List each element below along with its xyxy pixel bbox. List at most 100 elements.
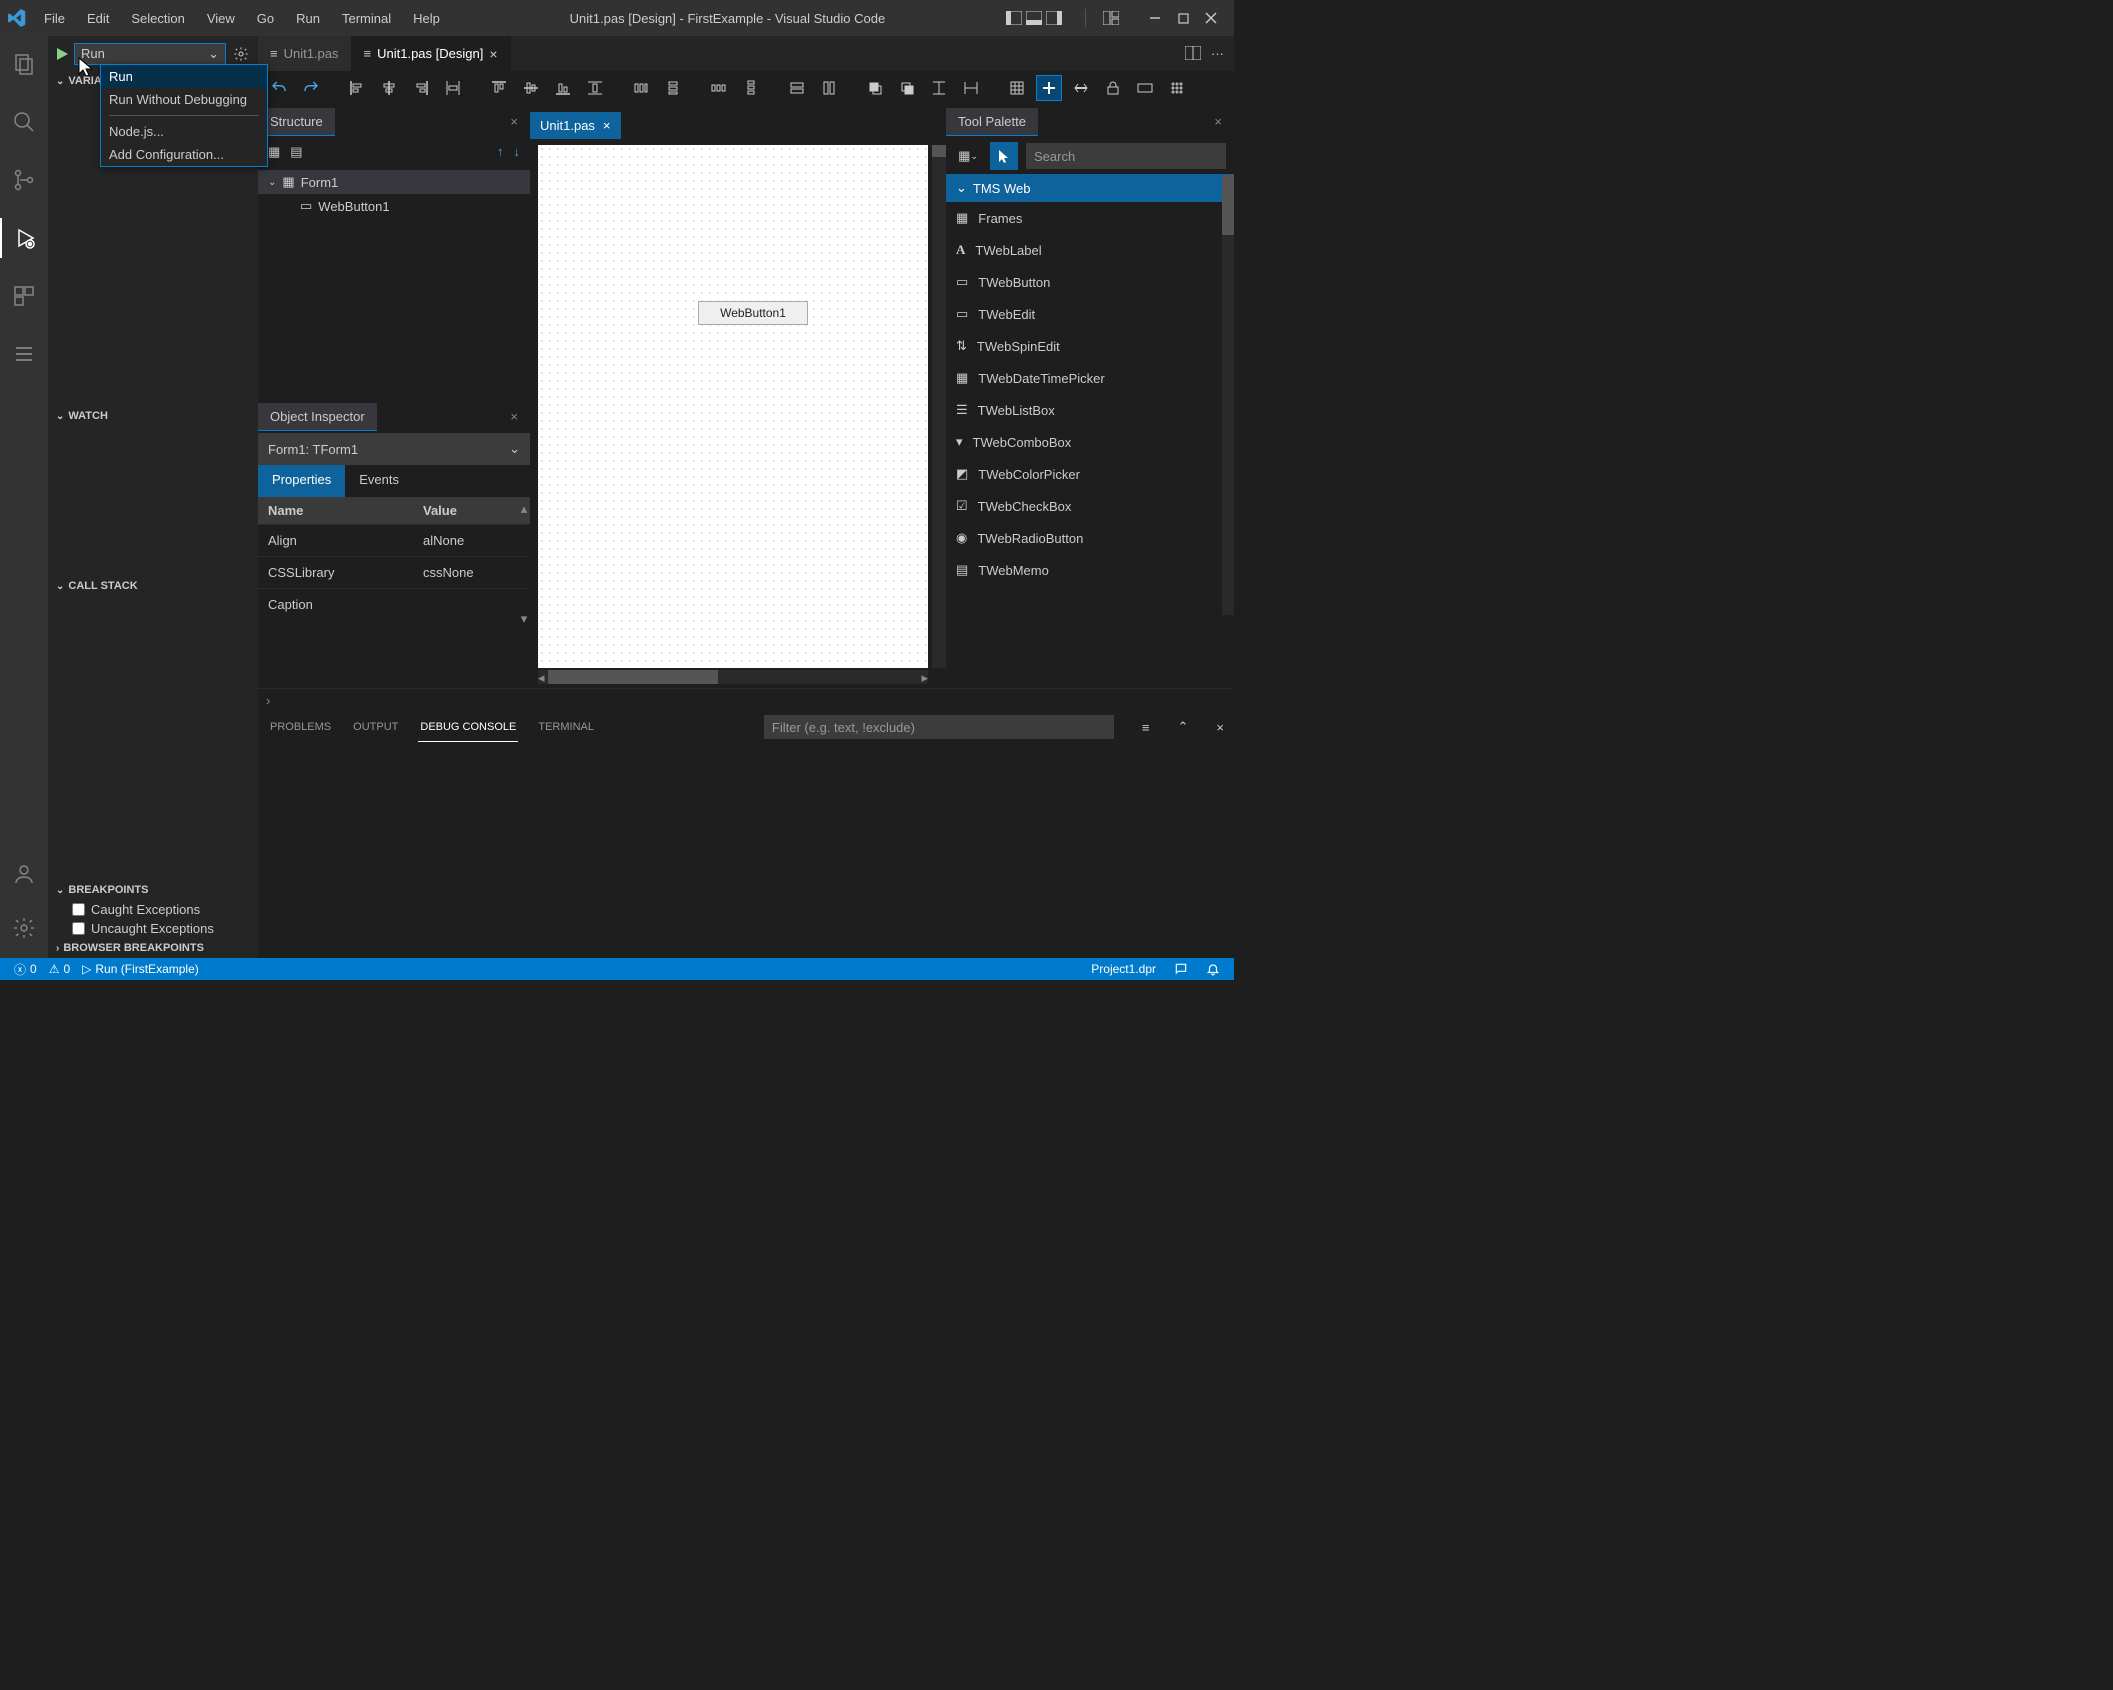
panel-close-icon[interactable]: × bbox=[1216, 720, 1224, 735]
breadcrumb-chevron-icon[interactable]: › bbox=[266, 693, 270, 708]
same-height-icon[interactable] bbox=[816, 75, 842, 101]
tree-node-webbutton1[interactable]: ▭ WebButton1 bbox=[258, 194, 530, 218]
close-icon[interactable]: × bbox=[1214, 114, 1234, 129]
minimize-icon[interactable] bbox=[1146, 9, 1164, 27]
webbutton1[interactable]: WebButton1 bbox=[698, 301, 808, 325]
split-editor-icon[interactable] bbox=[1185, 46, 1201, 61]
inspector-object-select[interactable]: Form1: TForm1 ⌄ bbox=[258, 433, 530, 465]
checkbox[interactable] bbox=[72, 922, 85, 935]
align-justify-h-icon[interactable] bbox=[440, 75, 466, 101]
status-project[interactable]: Project1.dpr bbox=[1085, 962, 1162, 976]
align-left-icon[interactable] bbox=[344, 75, 370, 101]
design-file-tab[interactable]: Unit1.pas × bbox=[530, 112, 621, 139]
align-justify-v-icon[interactable] bbox=[582, 75, 608, 101]
menu-selection[interactable]: Selection bbox=[121, 5, 194, 32]
activity-extensions-icon[interactable] bbox=[0, 276, 48, 316]
settings-icon[interactable]: ≡ bbox=[1142, 720, 1150, 735]
palette-item-tweblabel[interactable]: ATWebLabel bbox=[946, 234, 1234, 266]
align-top-icon[interactable] bbox=[486, 75, 512, 101]
space-equal-h-icon[interactable] bbox=[706, 75, 732, 101]
palette-item-twebedit[interactable]: ▭TWebEdit bbox=[946, 298, 1234, 330]
canvas-hscrollbar[interactable]: ◂▸ bbox=[538, 670, 928, 684]
close-icon[interactable]: × bbox=[510, 409, 530, 424]
dropdown-item-run-no-debug[interactable]: Run Without Debugging bbox=[101, 88, 267, 111]
palette-item-twebbutton[interactable]: ▭TWebButton bbox=[946, 266, 1234, 298]
palette-search-input[interactable]: Search bbox=[1026, 143, 1226, 169]
tab-unit1[interactable]: ≡ Unit1.pas bbox=[258, 36, 352, 71]
tab-debug-console[interactable]: DEBUG CONSOLE bbox=[418, 713, 518, 742]
menu-edit[interactable]: Edit bbox=[77, 5, 119, 32]
palette-item-twebcheckbox[interactable]: ☑TWebCheckBox bbox=[946, 490, 1234, 522]
bring-front-icon[interactable] bbox=[862, 75, 888, 101]
section-callstack[interactable]: ⌄CALL STACK bbox=[48, 576, 258, 596]
palette-item-twebcolorpicker[interactable]: ◩TWebColorPicker bbox=[946, 458, 1234, 490]
tab-unit1-design[interactable]: ≡ Unit1.pas [Design] × bbox=[352, 36, 511, 71]
distribute-h-icon[interactable] bbox=[628, 75, 654, 101]
inspector-tab[interactable]: Object Inspector bbox=[258, 403, 377, 431]
palette-item-twebdatetimepicker[interactable]: ▦TWebDateTimePicker bbox=[946, 362, 1234, 394]
activity-settings-icon[interactable] bbox=[0, 908, 48, 948]
breakpoint-uncaught[interactable]: Uncaught Exceptions bbox=[48, 919, 258, 938]
keyboard-icon[interactable] bbox=[1132, 75, 1158, 101]
prop-row-align[interactable]: AlignalNone bbox=[258, 524, 530, 556]
same-width-icon[interactable] bbox=[784, 75, 810, 101]
activity-accounts-icon[interactable] bbox=[0, 854, 48, 894]
palette-item-twebspinedit[interactable]: ⇅TWebSpinEdit bbox=[946, 330, 1234, 362]
redo-icon[interactable] bbox=[298, 75, 324, 101]
tab-problems[interactable]: PROBLEMS bbox=[268, 713, 333, 741]
toggle-grid-icon[interactable] bbox=[1036, 75, 1062, 101]
palette-view-icon[interactable]: ▦ ⌄ bbox=[954, 142, 982, 170]
expand-all-icon[interactable]: ▦ bbox=[268, 144, 280, 160]
dropdown-item-nodejs[interactable]: Node.js... bbox=[101, 120, 267, 143]
undo-icon[interactable] bbox=[266, 75, 292, 101]
menu-go[interactable]: Go bbox=[247, 5, 284, 32]
prop-row-caption[interactable]: Caption bbox=[258, 588, 530, 620]
lock-icon[interactable] bbox=[1100, 75, 1126, 101]
panel-maximize-icon[interactable]: ⌃ bbox=[1178, 719, 1189, 735]
dropdown-item-add-config[interactable]: Add Configuration... bbox=[101, 143, 267, 166]
run-play-icon[interactable] bbox=[54, 46, 70, 62]
collapse-all-icon[interactable]: ▤ bbox=[290, 144, 302, 160]
center-form-h-icon[interactable] bbox=[926, 75, 952, 101]
scroll-down-icon[interactable]: ▾ bbox=[521, 611, 528, 627]
center-form-v-icon[interactable] bbox=[958, 75, 984, 101]
menu-view[interactable]: View bbox=[197, 5, 245, 32]
section-watch[interactable]: ⌄WATCH bbox=[48, 406, 258, 426]
debug-filter-input[interactable]: Filter (e.g. text, !exclude) bbox=[764, 715, 1114, 739]
maximize-icon[interactable] bbox=[1174, 9, 1192, 27]
close-tab-icon[interactable]: × bbox=[489, 46, 497, 62]
tab-terminal[interactable]: TERMINAL bbox=[536, 713, 596, 741]
section-breakpoints[interactable]: ⌄BREAKPOINTS bbox=[48, 880, 258, 900]
status-errors[interactable]: ⓧ0 bbox=[8, 961, 43, 978]
close-icon[interactable] bbox=[1202, 9, 1220, 27]
move-up-icon[interactable]: ↑ bbox=[497, 144, 504, 160]
activity-run-debug-icon[interactable] bbox=[0, 218, 48, 258]
palette-item-twebmemo[interactable]: ▤TWebMemo bbox=[946, 554, 1234, 586]
activity-list-icon[interactable] bbox=[0, 334, 48, 374]
activity-explorer-icon[interactable] bbox=[0, 44, 48, 84]
section-browser-breakpoints[interactable]: ›BROWSER BREAKPOINTS bbox=[48, 938, 258, 958]
palette-tab[interactable]: Tool Palette bbox=[946, 108, 1038, 136]
status-run[interactable]: ▷Run (FirstExample) bbox=[76, 962, 205, 976]
more-icon[interactable]: ··· bbox=[1211, 46, 1224, 61]
distribute-v-icon[interactable] bbox=[660, 75, 686, 101]
palette-category-tmsweb[interactable]: ⌄ TMS Web bbox=[946, 174, 1234, 202]
menu-file[interactable]: File bbox=[34, 5, 75, 32]
run-config-gear-icon[interactable] bbox=[230, 46, 252, 62]
tree-node-form1[interactable]: ⌄ ▦ Form1 bbox=[258, 170, 530, 194]
canvas-vscrollbar[interactable] bbox=[932, 145, 946, 668]
palette-item-tweblistbox[interactable]: ☰TWebListBox bbox=[946, 394, 1234, 426]
menu-run[interactable]: Run bbox=[286, 5, 330, 32]
breakpoint-caught[interactable]: Caught Exceptions bbox=[48, 900, 258, 919]
align-right-icon[interactable] bbox=[408, 75, 434, 101]
close-icon[interactable]: × bbox=[510, 114, 530, 129]
events-tab[interactable]: Events bbox=[345, 465, 413, 497]
menu-terminal[interactable]: Terminal bbox=[332, 5, 401, 32]
status-warnings[interactable]: ⚠0 bbox=[43, 962, 76, 976]
activity-source-control-icon[interactable] bbox=[0, 160, 48, 200]
layout-bottom-icon[interactable] bbox=[1025, 9, 1043, 27]
close-icon[interactable]: × bbox=[603, 118, 611, 133]
customize-layout-icon[interactable] bbox=[1102, 9, 1120, 27]
tab-output[interactable]: OUTPUT bbox=[351, 713, 400, 741]
palette-item-frames[interactable]: ▦Frames bbox=[946, 202, 1234, 234]
